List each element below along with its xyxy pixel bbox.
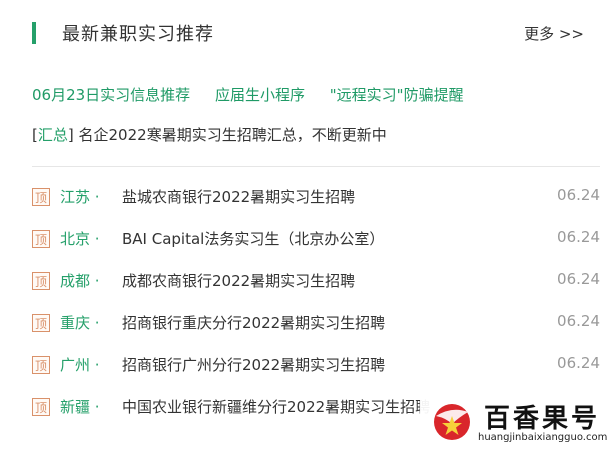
city-label[interactable]: 广州 · (60, 354, 100, 375)
job-list: 顶 江苏 · 盐城农商银行2022暑期实习生招聘 06.24 顶 北京 · BA… (32, 178, 600, 430)
pin-badge: 顶 (32, 356, 50, 374)
pin-badge: 顶 (32, 230, 50, 248)
post-date: 06.24 (557, 228, 600, 246)
post-date: 06.24 (557, 186, 600, 204)
city-label[interactable]: 成都 · (60, 270, 100, 291)
pin-badge: 顶 (32, 314, 50, 332)
job-title[interactable]: 招商银行广州分行2022暑期实习生招聘 (122, 354, 385, 375)
link-remote-warning[interactable]: "远程实习"防骗提醒 (330, 84, 464, 105)
list-item[interactable]: 顶 北京 · BAI Capital法务实习生（北京办公室） 06.24 (32, 220, 600, 262)
post-date: 06.24 (557, 312, 600, 330)
city-label[interactable]: 江苏 · (60, 186, 100, 207)
summary-tag: [汇总] (32, 126, 74, 144)
list-item[interactable]: 顶 江苏 · 盐城农商银行2022暑期实习生招聘 06.24 (32, 178, 600, 220)
city-label[interactable]: 北京 · (60, 228, 100, 249)
watermark-url: huangjinbaixiangguo.com (478, 432, 608, 443)
job-title[interactable]: 成都农商银行2022暑期实习生招聘 (122, 270, 355, 291)
post-date: 06.24 (557, 270, 600, 288)
card-header: 最新兼职实习推荐 更多 >> (16, 18, 596, 50)
list-item[interactable]: 顶 重庆 · 招商银行重庆分行2022暑期实习生招聘 06.24 (32, 304, 600, 346)
header-accent-bar (32, 22, 36, 44)
job-title[interactable]: 盐城农商银行2022暑期实习生招聘 (122, 186, 355, 207)
pin-badge: 顶 (32, 272, 50, 290)
pin-badge: 顶 (32, 398, 50, 416)
list-item[interactable]: 顶 广州 · 招商银行广州分行2022暑期实习生招聘 06.24 (32, 346, 600, 388)
more-link[interactable]: 更多 >> (524, 23, 584, 44)
pin-badge: 顶 (32, 188, 50, 206)
summary-text: 名企2022寒暑期实习生招聘汇总，不断更新中 (78, 126, 387, 144)
internship-card: 最新兼职实习推荐 更多 >> 06月23日实习信息推荐 应届生小程序 "远程实习… (16, 0, 614, 450)
watermark-brand: 百香果号 (484, 404, 601, 434)
job-title[interactable]: 招商银行重庆分行2022暑期实习生招聘 (122, 312, 385, 333)
watermark: 百香果号 huangjinbaixiangguo.com (420, 396, 616, 450)
link-daily-recommend[interactable]: 06月23日实习信息推荐 (32, 84, 190, 105)
post-date: 06.24 (557, 354, 600, 372)
list-item[interactable]: 顶 成都 · 成都农商银行2022暑期实习生招聘 06.24 (32, 262, 600, 304)
quick-links: 06月23日实习信息推荐 应届生小程序 "远程实习"防骗提醒 (32, 84, 484, 105)
city-label[interactable]: 新疆 · (60, 396, 100, 417)
job-title[interactable]: BAI Capital法务实习生（北京办公室） (122, 228, 384, 249)
passion-fruit-logo-icon (434, 404, 470, 440)
summary-line[interactable]: [汇总] 名企2022寒暑期实习生招聘汇总，不断更新中 (32, 124, 387, 145)
city-label[interactable]: 重庆 · (60, 312, 100, 333)
card-title: 最新兼职实习推荐 (62, 24, 214, 45)
link-mini-program[interactable]: 应届生小程序 (215, 84, 305, 105)
divider (32, 166, 600, 167)
